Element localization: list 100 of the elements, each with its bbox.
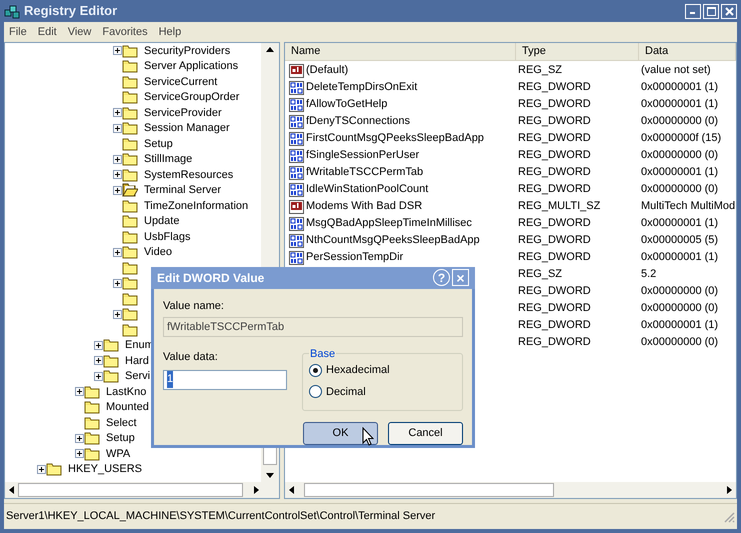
tree-item[interactable]: ServiceGroupOrder (143, 89, 240, 106)
value-type: REG_DWORD (517, 182, 592, 198)
scroll-thumb[interactable] (18, 483, 243, 497)
column-header[interactable]: Name (285, 43, 516, 60)
value-name[interactable]: fAllowToGetHelp (306, 96, 388, 113)
tree-item[interactable]: Servi (124, 368, 152, 384)
radio-label[interactable]: Hexadecimal (326, 362, 390, 378)
expand-icon[interactable] (113, 46, 122, 56)
value-name[interactable]: DeleteTempDirsOnExit (306, 79, 418, 96)
value-data: 0x00000001 (1) (640, 80, 718, 96)
expand-icon[interactable] (75, 387, 84, 396)
tree-item[interactable]: SecurityProviders (143, 43, 232, 59)
value-name[interactable]: (Default) (306, 62, 348, 79)
expand-icon[interactable] (113, 278, 122, 288)
value-data: 0x00000005 (5) (640, 233, 718, 248)
value-name[interactable]: IdleWinStationPoolCount (306, 181, 428, 198)
expand-icon[interactable] (113, 108, 122, 118)
value-name[interactable]: fSingleSessionPerUser (306, 147, 420, 164)
value-type: REG_DWORD (517, 233, 592, 248)
tree-item[interactable]: StillImage (143, 151, 194, 168)
scroll-right-icon (254, 486, 259, 494)
value-data: 0x0000000f (15) (640, 131, 722, 146)
tree-item[interactable]: TimeZoneInformation (143, 198, 250, 214)
column-header[interactable]: Type (516, 43, 639, 60)
tree-item[interactable]: WPA (105, 446, 132, 462)
expand-icon[interactable] (94, 340, 103, 350)
registry-cubes-icon (4, 3, 20, 19)
expand-icon[interactable] (113, 248, 122, 257)
value-name[interactable]: FirstCountMsgQPeeksSleepBadApp (306, 130, 484, 147)
tree-item[interactable]: Setup (105, 430, 136, 446)
tree-item[interactable]: ServiceProvider (143, 104, 223, 121)
expand-icon[interactable] (37, 464, 46, 474)
tree-item[interactable]: Terminal Server (143, 182, 222, 198)
tree-item[interactable]: Update (143, 213, 180, 230)
resize-grip-icon[interactable] (723, 510, 735, 522)
menu-item[interactable]: Edit (38, 24, 57, 40)
horizontal-scrollbar[interactable] (5, 482, 279, 498)
folder-icon (122, 260, 138, 276)
radio-label[interactable]: Decimal (326, 384, 366, 400)
expand-icon[interactable] (94, 372, 103, 381)
cancel-button[interactable]: Cancel (388, 422, 463, 445)
expand-icon[interactable] (113, 124, 122, 133)
value-name[interactable]: PerSessionTempDir (306, 249, 404, 266)
value-name[interactable]: NthCountMsgQPeeksSleepBadApp (306, 232, 480, 249)
value-type: REG_DWORD (517, 165, 592, 180)
maximize-button[interactable] (703, 4, 719, 18)
value-type: REG_SZ (517, 63, 564, 78)
menu-item[interactable]: File (9, 24, 27, 40)
menu-item[interactable]: View (68, 24, 92, 40)
expand-icon[interactable] (113, 170, 122, 180)
tree-item[interactable]: Server Applications (143, 58, 240, 74)
value-data: 5.2 (640, 267, 656, 282)
value-data-field[interactable]: 1 (163, 370, 287, 390)
tree-item[interactable]: Hard (124, 352, 150, 369)
tree-item[interactable]: Setup (143, 136, 174, 152)
value-data: 0x00000001 (1) (640, 165, 718, 180)
value-type: REG_DWORD (517, 250, 592, 266)
tree-item[interactable]: Mounted (105, 399, 150, 416)
value-type: REG_DWORD (517, 131, 592, 146)
binary-value-icon (289, 182, 305, 198)
value-name[interactable]: fWritableTSCCPermTab (306, 164, 424, 181)
folder-icon (122, 322, 138, 338)
value-data: 0x00000000 (0) (640, 148, 718, 164)
binary-value-icon (289, 96, 305, 112)
close-button[interactable] (721, 4, 737, 18)
scroll-left-icon (9, 486, 14, 494)
value-name[interactable]: Modems With Bad DSR (306, 198, 422, 215)
value-name[interactable]: MsgQBadAppSleepTimeInMillisec (306, 215, 472, 232)
scroll-thumb[interactable] (304, 483, 554, 497)
value-type: REG_DWORD (517, 216, 592, 232)
tree-item[interactable]: Session Manager (143, 120, 231, 136)
ok-button[interactable]: OK (303, 422, 378, 445)
tree-item[interactable]: Video (143, 244, 173, 260)
value-name[interactable]: fDenyTSConnections (306, 113, 410, 130)
tree-item[interactable]: UsbFlags (143, 228, 192, 245)
value-data: 0x00000000 (0) (640, 301, 718, 316)
tree-item[interactable]: Select (105, 414, 138, 431)
binary-value-icon (289, 250, 305, 266)
column-header[interactable]: Data (639, 43, 736, 60)
expand-icon[interactable] (113, 186, 122, 195)
menu-item[interactable]: Favorites (102, 24, 148, 40)
radio-button[interactable] (309, 385, 322, 398)
radio-button[interactable] (309, 364, 322, 377)
folder-icon (122, 306, 138, 322)
expand-icon[interactable] (94, 356, 103, 366)
expand-icon[interactable] (75, 434, 84, 443)
tree-item[interactable]: ServiceCurrent (143, 74, 218, 90)
tree-item[interactable]: LastKno (105, 384, 148, 400)
menu-item[interactable]: Help (158, 24, 182, 40)
horizontal-scrollbar[interactable] (285, 482, 736, 498)
expand-icon[interactable] (113, 154, 122, 164)
dialog-title: Edit DWORD Value (157, 270, 264, 287)
minimize-button[interactable] (685, 4, 701, 18)
expand-icon[interactable] (113, 310, 122, 319)
tree-item[interactable]: SystemResources (143, 166, 234, 183)
tree-item[interactable]: HKEY_USERS (67, 461, 143, 478)
binary-value-icon (289, 80, 305, 96)
value-data: 0x00000001 (1) (640, 318, 718, 334)
expand-icon[interactable] (75, 449, 84, 458)
value-type: REG_DWORD (517, 80, 592, 96)
